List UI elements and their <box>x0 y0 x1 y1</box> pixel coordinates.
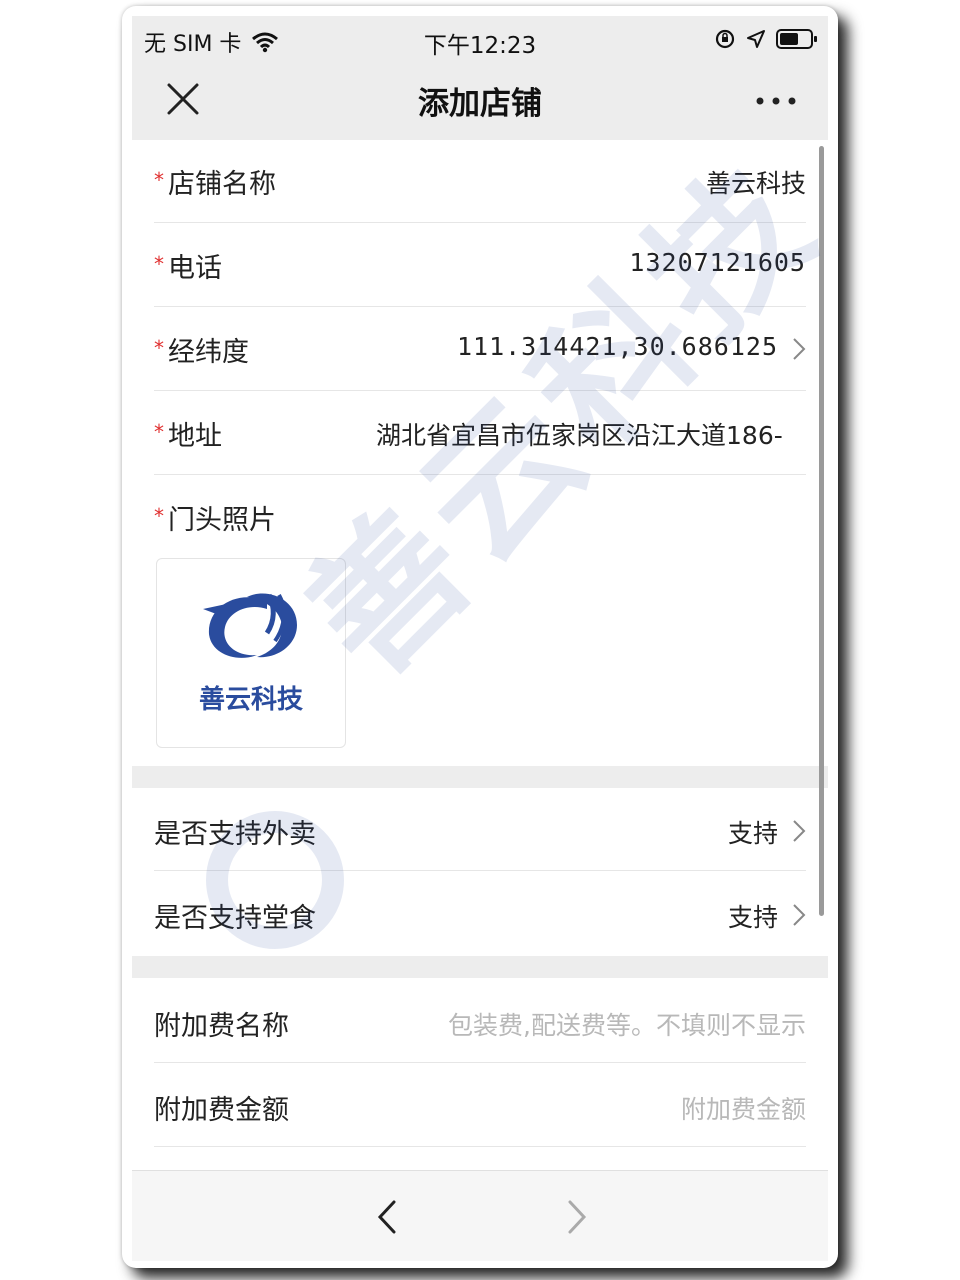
status-bar: 无 SIM 卡 下午12:23 <box>132 16 828 66</box>
scrollbar[interactable] <box>819 146 824 916</box>
phone-row[interactable]: * 电话 13207121605 <box>154 224 806 307</box>
storefront-photo[interactable]: 善云科技 <box>156 558 346 748</box>
section-divider <box>132 766 828 788</box>
shop-name-label: * 店铺名称 <box>154 168 276 200</box>
fee-name-row[interactable]: 附加费名称 包装费,配送费等。不填则不显示 <box>154 978 806 1063</box>
phone-label: * 电话 <box>154 252 222 284</box>
shop-name-value[interactable]: 善云科技 <box>706 164 806 200</box>
company-logo <box>203 593 297 658</box>
takeout-row[interactable]: 是否支持外卖 支持 <box>154 788 806 871</box>
fee-name-label: 附加费名称 <box>154 1011 289 1042</box>
required-mark: * <box>154 504 164 528</box>
address-row[interactable]: * 地址 湖北省宜昌市伍家岗区沿江大道186- <box>154 392 806 475</box>
coords-label: * 经纬度 <box>154 336 249 368</box>
dine-in-row[interactable]: 是否支持堂食 支持 <box>154 872 806 954</box>
status-right <box>714 28 818 50</box>
address-value[interactable]: 湖北省宜昌市伍家岗区沿江大道186- <box>376 416 786 452</box>
coords-value[interactable]: 111.314421,30.686125 <box>457 332 778 361</box>
back-arrow-icon[interactable] <box>376 1199 398 1235</box>
location-icon <box>747 30 765 48</box>
rotation-lock-icon <box>715 29 735 49</box>
address-label: * 地址 <box>154 420 222 452</box>
more-icon[interactable] <box>754 86 798 116</box>
battery-icon <box>776 29 817 49</box>
dine-in-label: 是否支持堂食 <box>154 903 316 934</box>
chevron-right-icon <box>793 820 806 842</box>
dine-in-value[interactable]: 支持 <box>728 898 778 934</box>
required-mark: * <box>154 420 164 444</box>
bottom-toolbar <box>132 1170 828 1261</box>
fee-amount-row[interactable]: 附加费金额 附加费金额 <box>154 1064 806 1147</box>
page-title: 添加店铺 <box>418 86 542 122</box>
required-mark: * <box>154 252 164 276</box>
fee-name-input[interactable]: 包装费,配送费等。不填则不显示 <box>448 1006 806 1042</box>
fee-amount-label: 附加费金额 <box>154 1095 289 1126</box>
section-divider <box>132 956 828 978</box>
phone-frame: 无 SIM 卡 下午12:23 添加店铺 * 店铺名称 善云科技 * 电话 13… <box>122 6 838 1268</box>
logo-text: 善云科技 <box>198 685 303 715</box>
forward-arrow-icon[interactable] <box>566 1199 588 1235</box>
fee-amount-input[interactable]: 附加费金额 <box>681 1090 806 1126</box>
photo-label: * 门头照片 <box>154 504 276 536</box>
coords-row[interactable]: * 经纬度 111.314421,30.686125 <box>154 308 806 391</box>
chevron-right-icon <box>793 338 806 360</box>
phone-value[interactable]: 13207121605 <box>629 248 806 277</box>
takeout-label: 是否支持外卖 <box>154 819 316 850</box>
takeout-value[interactable]: 支持 <box>728 814 778 850</box>
nav-bar: 添加店铺 <box>132 66 828 140</box>
form-content: * 店铺名称 善云科技 * 电话 13207121605 * 经纬度 111.3144… <box>132 140 828 1170</box>
required-mark: * <box>154 168 164 192</box>
required-mark: * <box>154 336 164 360</box>
top-bar: 无 SIM 卡 下午12:23 添加店铺 <box>132 16 828 140</box>
chevron-right-icon <box>793 904 806 926</box>
shop-name-row[interactable]: * 店铺名称 善云科技 <box>154 140 806 223</box>
